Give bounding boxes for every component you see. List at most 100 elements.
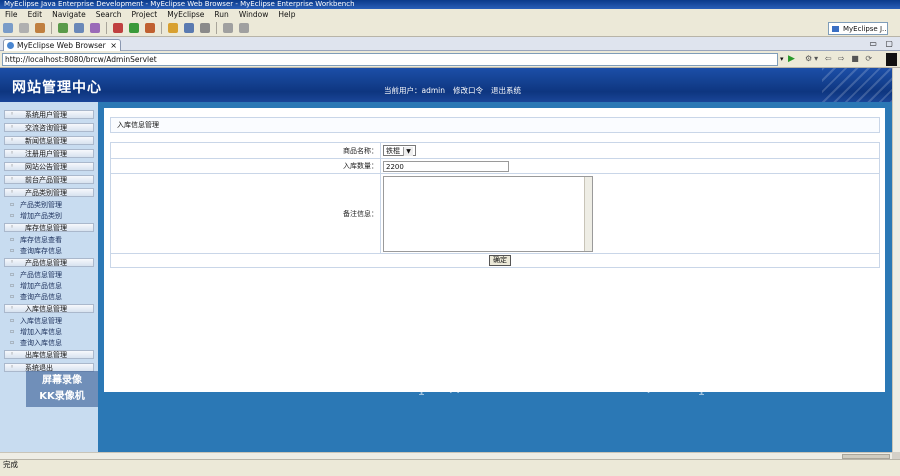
sidebar-group-registered-users[interactable]: 注册用户管理 <box>4 149 94 158</box>
current-user-label: 当前用户：admin <box>384 86 445 95</box>
submit-cell: 确定 <box>110 253 880 268</box>
stock-in-form: 商品名称： 铁棍 ▼ 入库数量： 2200 备注信息： 确定 <box>110 142 880 268</box>
sidebar-group-news[interactable]: 新闻信息管理 <box>4 136 94 145</box>
editor-tab-bar: MyEclipse Web Browser × <box>0 37 900 51</box>
close-icon[interactable]: × <box>110 40 117 51</box>
forward-icon[interactable] <box>239 23 249 33</box>
browser-icon[interactable] <box>90 23 100 33</box>
header-info: 当前用户：admin 修改口令 退出系统 <box>384 85 521 96</box>
sidebar-group-front-products[interactable]: 前台产品管理 <box>4 175 94 184</box>
menu-window[interactable]: Window <box>234 10 274 19</box>
sidebar-item-category-add[interactable]: 增加产品类别 <box>10 212 94 220</box>
note-label: 备注信息： <box>110 173 381 254</box>
site-title: 网站管理中心 <box>12 80 102 96</box>
url-input[interactable]: http://localhost:8080/brcw/AdminServlet <box>2 53 778 66</box>
annotation-icon[interactable] <box>200 23 210 33</box>
product-select-value: 铁棍 <box>386 147 400 155</box>
vertical-scrollbar[interactable] <box>892 68 900 452</box>
browser-extra-icon[interactable] <box>886 53 897 66</box>
perspective-switcher[interactable]: MyEclipse J... <box>828 22 888 35</box>
menu-edit[interactable]: Edit <box>23 10 48 19</box>
save-icon[interactable] <box>19 23 29 33</box>
form-panel: 入库信息管理 商品名称： 铁棍 ▼ 入库数量： 2200 备注信息： 确定 <box>104 108 885 392</box>
back-icon[interactable] <box>223 23 233 33</box>
form-row-submit: 确定 <box>110 253 880 268</box>
sidebar-group-products[interactable]: 产品信息管理 <box>4 258 94 267</box>
sidebar-item-stock-in-query[interactable]: 查询入库信息 <box>10 339 94 347</box>
product-cell: 铁棍 ▼ <box>380 142 880 159</box>
quantity-cell: 2200 <box>380 158 880 174</box>
status-text: 完成 <box>3 460 18 469</box>
menu-project[interactable]: Project <box>127 10 163 19</box>
change-password-link[interactable]: 修改口令 <box>453 85 483 96</box>
sidebar-item-product-query[interactable]: 查询产品信息 <box>10 293 94 301</box>
sidebar-group-announcements[interactable]: 网站公告管理 <box>4 162 94 171</box>
go-icon[interactable]: ▶ <box>788 54 795 64</box>
horizontal-scrollbar[interactable] <box>0 452 892 459</box>
form-row-note: 备注信息： <box>110 173 880 254</box>
note-textarea[interactable] <box>383 175 593 252</box>
new-icon[interactable] <box>3 23 13 33</box>
sidebar-item-product-add[interactable]: 增加产品信息 <box>10 282 94 290</box>
window-title: MyEclipse Java Enterprise Development - … <box>0 0 900 9</box>
status-bar: 完成 <box>0 459 900 476</box>
toolbar-separator <box>106 22 107 34</box>
toolbar-separator <box>161 22 162 34</box>
server-icon[interactable] <box>58 23 68 33</box>
watermark-url: https://www.huzhan.com/ishop30884 <box>388 374 778 396</box>
menu-file[interactable]: File <box>0 10 23 19</box>
logout-link[interactable]: 退出系统 <box>491 85 521 96</box>
quantity-label: 入库数量： <box>110 158 381 174</box>
url-dropdown-icon[interactable]: ▾ <box>780 55 784 63</box>
toolbar-separator <box>216 22 217 34</box>
sidebar-item-stock-in-manage[interactable]: 入库信息管理 <box>10 317 94 325</box>
sidebar-item-inventory-query[interactable]: 查询库存信息 <box>10 247 94 255</box>
quantity-input[interactable]: 2200 <box>383 160 509 172</box>
watermark-stamp-line2: KK录像机 <box>39 391 85 402</box>
menu-myeclipse[interactable]: MyEclipse <box>162 10 209 19</box>
content-area: 入库信息管理 商品名称： 铁棍 ▼ 入库数量： 2200 备注信息： 确定 <box>98 102 892 452</box>
deploy-icon[interactable] <box>74 23 84 33</box>
run-icon[interactable] <box>129 23 139 33</box>
main-toolbar <box>0 20 900 37</box>
chevron-down-icon[interactable]: ▼ <box>403 147 413 156</box>
menu-bar: File Edit Navigate Search Project MyEcli… <box>0 9 900 20</box>
note-scrollbar[interactable] <box>584 176 592 251</box>
watermark-stamp: 屏幕录像 KK录像机 <box>26 371 98 407</box>
address-bar: http://localhost:8080/brcw/AdminServlet … <box>0 51 900 68</box>
submit-button[interactable]: 确定 <box>489 255 511 266</box>
toolbar-separator <box>51 22 52 34</box>
note-cell <box>380 173 880 254</box>
external-tools-icon[interactable] <box>145 23 155 33</box>
sidebar-item-category-manage[interactable]: 产品类别管理 <box>10 201 94 209</box>
product-label: 商品名称： <box>110 142 381 159</box>
sidebar-group-inventory[interactable]: 库存信息管理 <box>4 223 94 232</box>
menu-run[interactable]: Run <box>209 10 233 19</box>
panel-title: 入库信息管理 <box>110 117 880 133</box>
sidebar-group-consult[interactable]: 交流咨询管理 <box>4 123 94 132</box>
sidebar-item-inventory-view[interactable]: 库存信息查看 <box>10 236 94 244</box>
sidebar-group-system-users[interactable]: 系统用户管理 <box>4 110 94 119</box>
menu-help[interactable]: Help <box>273 10 300 19</box>
sidebar-item-stock-in-add[interactable]: 增加入库信息 <box>10 328 94 336</box>
form-row-product: 商品名称： 铁棍 ▼ <box>110 142 880 159</box>
tab-web-browser[interactable]: MyEclipse Web Browser × <box>3 39 121 51</box>
browser-nav-icons[interactable]: ⚙▾ ⇦ ⇨ ■ ⟳ <box>805 54 874 63</box>
menu-search[interactable]: Search <box>91 10 127 19</box>
search-icon[interactable] <box>184 23 194 33</box>
globe-icon <box>7 42 14 49</box>
sidebar-group-product-category[interactable]: 产品类别管理 <box>4 188 94 197</box>
window-controls[interactable]: ▭ ▢ <box>869 39 896 48</box>
sidebar-group-stock-out[interactable]: 出库信息管理 <box>4 350 94 359</box>
open-type-icon[interactable] <box>168 23 178 33</box>
sidebar-group-stock-in[interactable]: 入库信息管理 <box>4 304 94 313</box>
sidebar-item-product-manage[interactable]: 产品信息管理 <box>10 271 94 279</box>
tab-label: MyEclipse Web Browser <box>17 41 106 50</box>
print-icon[interactable] <box>35 23 45 33</box>
menu-navigate[interactable]: Navigate <box>47 10 91 19</box>
site-header: 网站管理中心 当前用户：admin 修改口令 退出系统 <box>0 68 892 102</box>
debug-icon[interactable] <box>113 23 123 33</box>
watermark-stamp-line1: 屏幕录像 <box>42 375 82 386</box>
form-row-quantity: 入库数量： 2200 <box>110 158 880 174</box>
product-select[interactable]: 铁棍 ▼ <box>383 145 416 156</box>
